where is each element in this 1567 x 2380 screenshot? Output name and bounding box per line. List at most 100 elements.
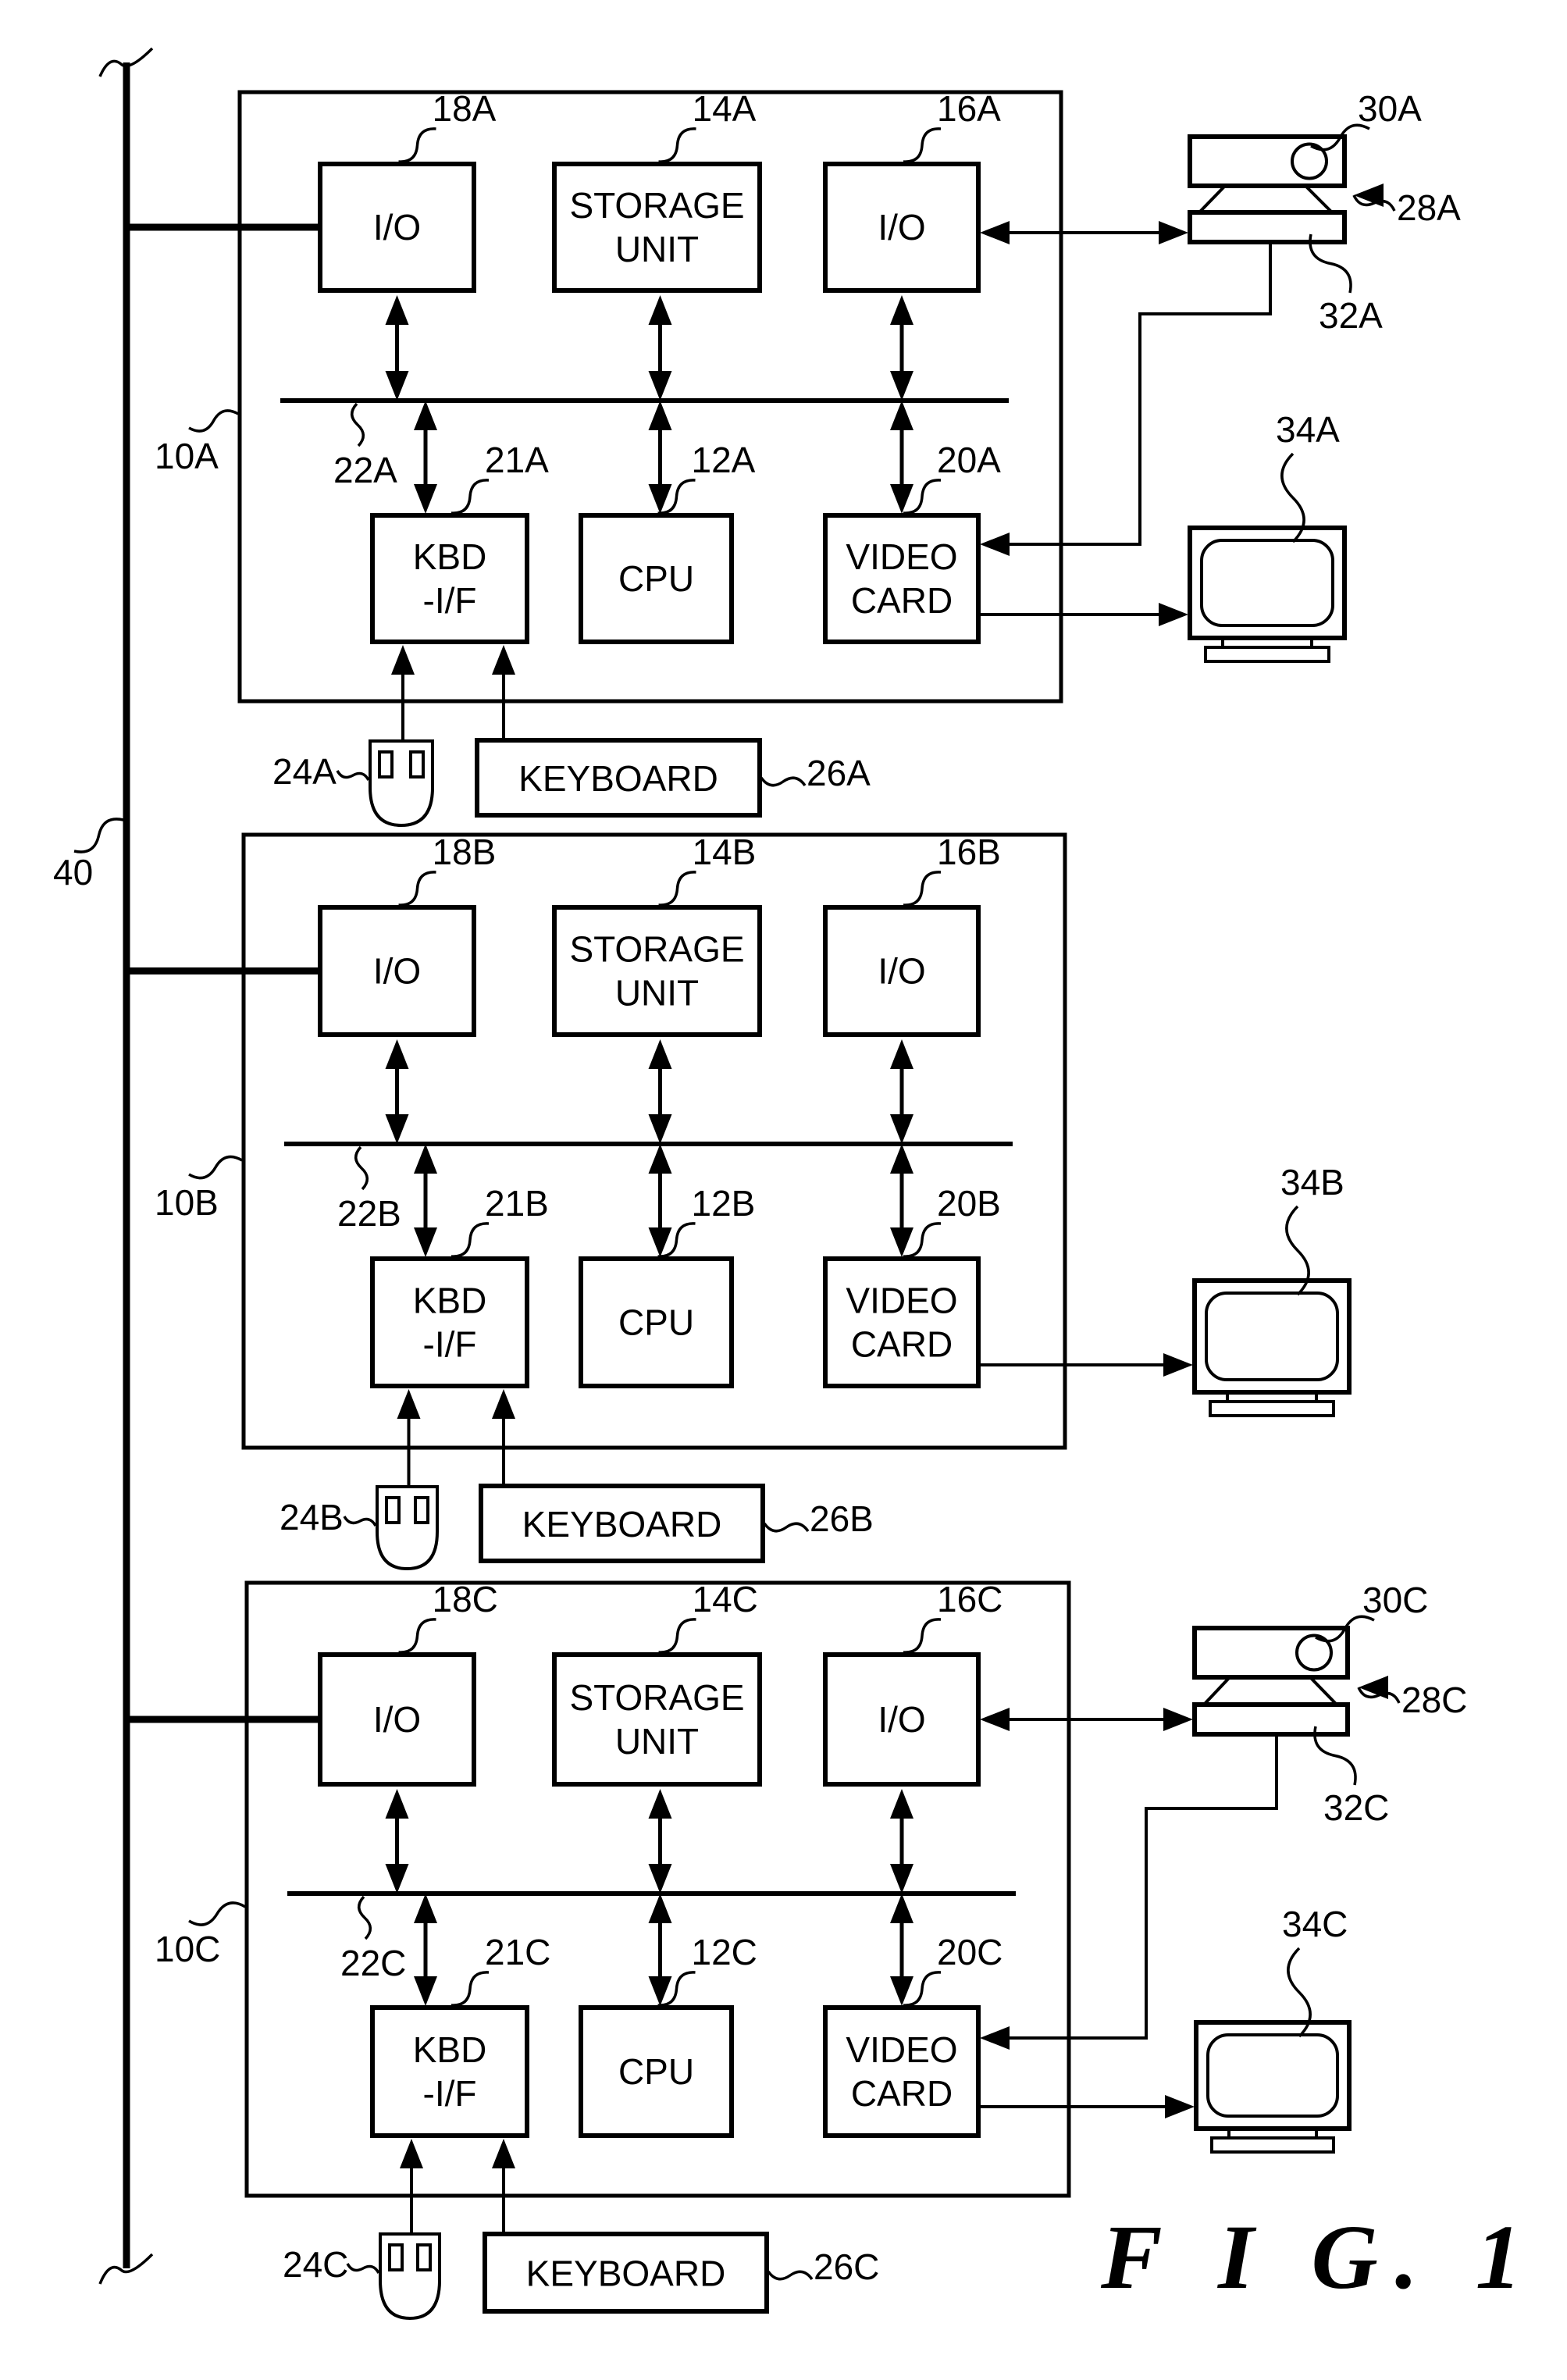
arrowhead-up (890, 1144, 913, 1174)
video-bus-arrow (890, 1894, 913, 2006)
monitor-stand (1210, 2136, 1335, 2154)
reference-numeral: 16B (937, 832, 1001, 872)
patent-figure: 40 10AI/O18ASTORAGEUNIT14AI/O16AKBD-I/F2… (53, 47, 1522, 2321)
reference-leader (398, 871, 436, 907)
internal-bus-leader (351, 402, 365, 447)
io-network-module-text: I/O (373, 207, 421, 248)
arrowhead-up (648, 1144, 672, 1174)
keyboard-text: KEYBOARD (518, 758, 718, 799)
arrowhead-up (414, 1144, 437, 1174)
internal-bus-leader (358, 1895, 372, 1940)
keyboard-interface-text: -I/F (423, 1324, 477, 1365)
arrowhead-down (414, 1227, 437, 1257)
io-network-module: I/O 18C (318, 1579, 498, 1787)
arrowhead-up (890, 401, 913, 430)
reference-numeral: 14C (693, 1579, 758, 1619)
reference-numeral: 16C (937, 1579, 1003, 1619)
reference-numeral: 20A (937, 440, 1001, 480)
camera-io-arrowhead-right (1159, 221, 1188, 244)
arrowhead-up (385, 1789, 409, 1819)
reference-leader (398, 1618, 436, 1654)
reference-numeral: 18B (433, 832, 497, 872)
video-output-arrowhead (1163, 1353, 1193, 1377)
camera-device: 30A 28A 32A (1188, 88, 1461, 336)
reference-leader (451, 1971, 490, 2007)
arrowhead-down (648, 1864, 672, 1894)
reference-numeral: 20B (937, 1183, 1001, 1224)
camera-video-feed (1002, 242, 1272, 546)
storage-unit-frame (552, 1652, 762, 1787)
internal-bus-label: 22A (333, 450, 397, 490)
monitor-label: 34B (1280, 1162, 1344, 1202)
camera-body (1188, 134, 1347, 188)
monitor-stand (1209, 1400, 1335, 1417)
cpu: CPU 12C (579, 1932, 757, 2138)
mouse-button-left (388, 2243, 404, 2271)
storage-bus-arrow (648, 295, 672, 401)
reference-leader (903, 127, 942, 163)
reference-leader (451, 1222, 490, 1258)
mouse-leader (343, 1516, 377, 1527)
mouse-button-left (385, 1496, 401, 1524)
keyboard-label: 26B (810, 1498, 874, 1539)
keyboard-arrowhead (492, 1389, 515, 1419)
io-camera-bus-arrow (890, 1789, 913, 1894)
camera-unit-label: 28A (1397, 187, 1461, 228)
storage-bus-arrow (648, 1789, 672, 1894)
mouse-button-right (409, 750, 425, 778)
arrowhead-up (890, 1789, 913, 1819)
reference-numeral: 12B (692, 1183, 756, 1224)
camera-mount (1198, 184, 1334, 214)
camera-io-arrowhead-left (980, 221, 1010, 244)
internal-bus-leader (354, 1145, 369, 1191)
computer-label: 10A (155, 436, 219, 476)
computer-unit-b: 10B I/O 18B STORAGEUNIT 14B I/O 16B KBD-I/F 21B C… (126, 832, 1352, 1571)
storage-unit-frame (552, 905, 762, 1037)
reference-numeral: 21C (485, 1932, 550, 1972)
io-bus-arrow (385, 295, 409, 401)
arrowhead-down (385, 1114, 409, 1144)
kbd-bus-arrow (414, 401, 437, 514)
cpu-bus-arrow (648, 1144, 672, 1257)
video-card-text: CARD (851, 1324, 953, 1365)
cpu-text: CPU (618, 1302, 694, 1343)
reference-leader (658, 127, 696, 163)
keyboard-arrowhead (492, 2139, 515, 2168)
computer-leader (188, 1155, 243, 1180)
reference-leader (398, 127, 436, 163)
keyboard-text: KEYBOARD (526, 2254, 726, 2294)
arrowhead-down (648, 1227, 672, 1257)
arrowhead-down (414, 484, 437, 514)
reference-numeral: 20C (937, 1932, 1003, 1972)
mouse-button-right (414, 1496, 429, 1524)
monitor-label: 34A (1276, 409, 1340, 450)
mouse-leader (336, 770, 370, 781)
arrowhead-up (648, 1894, 672, 1923)
io-network-module-text: I/O (373, 1699, 421, 1740)
mouse-label: 24A (272, 751, 337, 792)
video-card: VIDEOCARD 20B (823, 1183, 1001, 1388)
cpu-bus-arrow (648, 401, 672, 514)
arrowhead-up (414, 1894, 437, 1923)
arrowhead-down (414, 1976, 437, 2006)
reference-leader (903, 871, 942, 907)
video-card: VIDEOCARD 20A (823, 440, 1001, 644)
video-card-text: CARD (851, 580, 953, 621)
keyboard-leader (763, 1522, 810, 1533)
monitor-device: 34A (1188, 409, 1347, 663)
storage-unit-text: UNIT (615, 229, 699, 269)
storage-unit-text: STORAGE (569, 1677, 744, 1718)
io-camera-module-text: I/O (878, 1699, 925, 1740)
cpu: CPU 12B (579, 1183, 756, 1388)
mouse-label: 24C (283, 2244, 348, 2285)
cpu-text: CPU (618, 2051, 694, 2092)
computer-leader (188, 1901, 246, 1926)
io-network-module: I/O 18B (318, 832, 497, 1037)
keyboard-leader (760, 776, 807, 787)
keyboard-text: KEYBOARD (522, 1504, 722, 1545)
arrowhead-down (890, 1976, 913, 2006)
storage-unit-text: STORAGE (569, 929, 744, 970)
reference-leader (451, 479, 490, 515)
keyboard-interface-text: -I/F (423, 580, 477, 621)
io-camera-bus-arrow (890, 1039, 913, 1144)
